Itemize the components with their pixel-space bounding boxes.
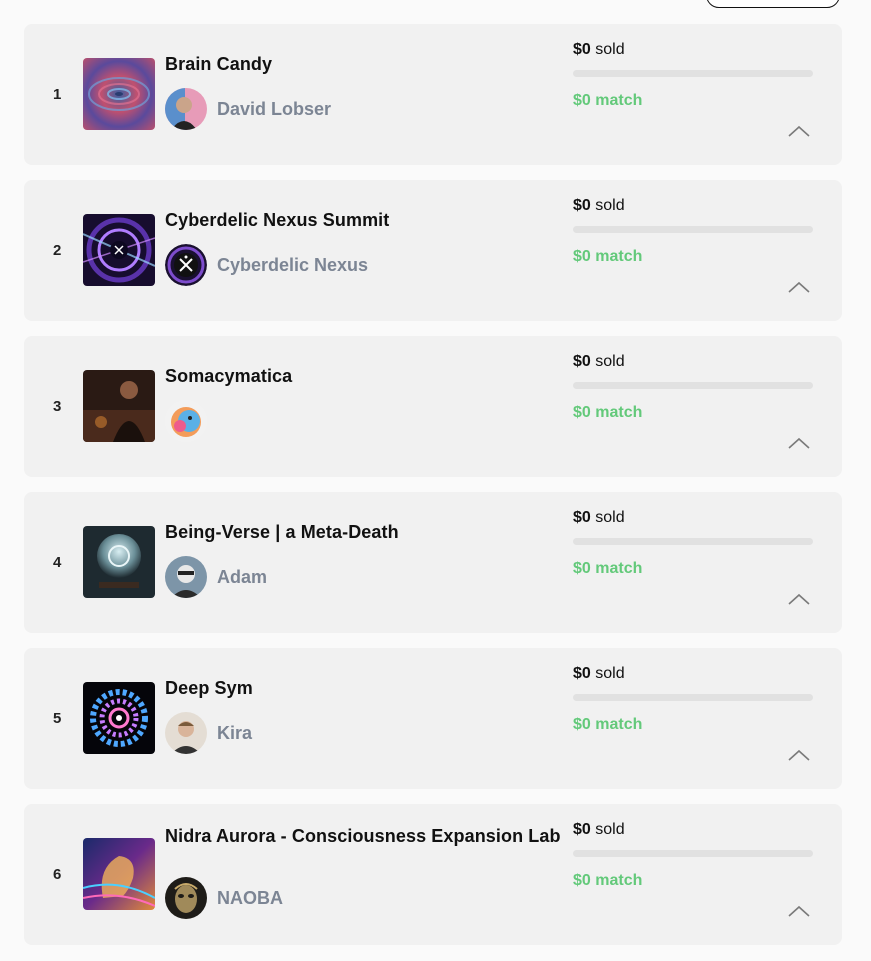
chevron-up-icon[interactable] [788, 436, 810, 450]
nexus-logo-avatar-icon [165, 244, 207, 286]
creator-name[interactable]: Adam [217, 567, 267, 588]
creator-name[interactable]: Cyberdelic Nexus [217, 255, 368, 276]
cosmic-head-image[interactable] [83, 838, 155, 910]
sold-amount: $0 sold [573, 197, 625, 214]
top-button[interactable] [706, 0, 840, 8]
rank-number: 3 [53, 398, 62, 415]
creator-name[interactable]: NAOBA [217, 888, 283, 909]
project-title[interactable]: Cyberdelic Nexus Summit [165, 210, 565, 230]
project-title[interactable]: Deep Sym [165, 678, 565, 698]
colorful-face-avatar-icon [165, 400, 207, 442]
rank-number: 5 [53, 710, 62, 727]
progress-bar [573, 694, 813, 701]
funding-stats: $0 sold $0 match [573, 820, 813, 891]
creator[interactable]: Kira [165, 712, 252, 754]
progress-bar [573, 850, 813, 857]
creator-name[interactable]: David Lobser [217, 99, 331, 120]
person-avatar-icon [165, 712, 207, 754]
sold-amount: $0 sold [573, 41, 625, 58]
chevron-up-icon[interactable] [788, 124, 810, 138]
sold-amount: $0 sold [573, 665, 625, 682]
creator[interactable]: Cyberdelic Nexus [165, 244, 368, 286]
funding-stats: $0 sold $0 match [573, 508, 813, 579]
creator[interactable]: NAOBA [165, 877, 283, 919]
chevron-up-icon[interactable] [788, 748, 810, 762]
person-avatar-icon [165, 556, 207, 598]
match-amount: $0 match [573, 92, 643, 109]
project-card[interactable]: 6 Nidra Aurora - Consciousness Expansion… [24, 804, 842, 945]
funding-stats: $0 sold $0 match [573, 40, 813, 111]
crystal-sculpture-image[interactable] [83, 526, 155, 598]
project-title[interactable]: Brain Candy [165, 54, 565, 74]
match-amount: $0 match [573, 872, 643, 889]
creator[interactable]: Adam [165, 556, 267, 598]
chevron-up-icon[interactable] [788, 592, 810, 606]
project-card[interactable]: 3 Somacymatica $0 sold $0 match [24, 336, 842, 477]
mask-avatar-icon [165, 877, 207, 919]
psychedelic-tunnel-image[interactable] [83, 58, 155, 130]
rank-number: 4 [53, 554, 62, 571]
performer-photo-image[interactable] [83, 370, 155, 442]
nexus-portal-image[interactable] [83, 214, 155, 286]
project-card[interactable]: 2 Cyberdelic Nexus Summit Cyberdelic Nex… [24, 180, 842, 321]
rank-number: 2 [53, 242, 62, 259]
creator[interactable] [165, 400, 217, 442]
sold-amount: $0 sold [573, 821, 625, 838]
funding-stats: $0 sold $0 match [573, 196, 813, 267]
project-card[interactable]: 5 Deep Sym Kira $0 sold $0 match [24, 648, 842, 789]
project-card[interactable]: 1 Brain Candy David Lobser $0 sold $0 ma… [24, 24, 842, 165]
rank-number: 1 [53, 86, 62, 103]
project-title[interactable]: Being-Verse | a Meta-Death [165, 522, 565, 542]
progress-bar [573, 538, 813, 545]
chevron-up-icon[interactable] [788, 904, 810, 918]
creator-name[interactable]: Kira [217, 723, 252, 744]
creator[interactable]: David Lobser [165, 88, 331, 130]
funding-stats: $0 sold $0 match [573, 664, 813, 735]
rank-number: 6 [53, 866, 62, 883]
sold-amount: $0 sold [573, 509, 625, 526]
progress-bar [573, 226, 813, 233]
project-title[interactable]: Somacymatica [165, 366, 565, 386]
project-title[interactable]: Nidra Aurora - Consciousness Expansion L… [165, 826, 565, 846]
match-amount: $0 match [573, 248, 643, 265]
progress-bar [573, 70, 813, 77]
progress-bar [573, 382, 813, 389]
match-amount: $0 match [573, 404, 643, 421]
mandala-lights-image[interactable] [83, 682, 155, 754]
project-card[interactable]: 4 Being-Verse | a Meta-Death Adam $0 sol… [24, 492, 842, 633]
chevron-up-icon[interactable] [788, 280, 810, 294]
person-avatar-icon [165, 88, 207, 130]
funding-stats: $0 sold $0 match [573, 352, 813, 423]
match-amount: $0 match [573, 716, 643, 733]
sold-amount: $0 sold [573, 353, 625, 370]
match-amount: $0 match [573, 560, 643, 577]
